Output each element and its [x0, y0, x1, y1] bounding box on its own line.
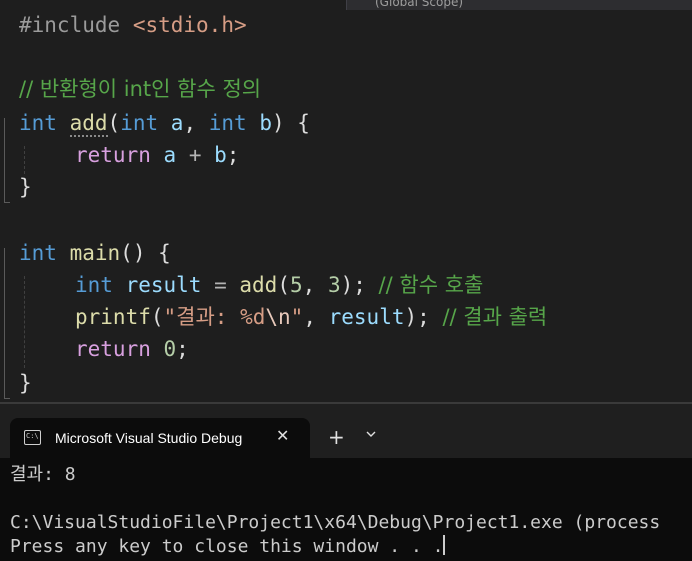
code-line-return-sum: return a + b;: [75, 143, 240, 167]
code-line-add-signature: int add(int a, int b) {: [19, 111, 310, 137]
terminal-tab[interactable]: C:\ Microsoft Visual Studio Debug ✕: [10, 418, 310, 460]
fold-bracket-add: [4, 118, 10, 203]
code-line-main-signature: int main() {: [19, 241, 171, 265]
code-line-return-zero: return 0;: [75, 337, 189, 361]
code-line-close-main: }: [19, 371, 32, 395]
code-line-close-add: }: [19, 175, 32, 199]
debug-console-window[interactable]: C:\ Microsoft Visual Studio Debug ✕ + 결과…: [0, 402, 692, 561]
code-line-result: int result = add(5, 3); // 함수 호출: [75, 273, 484, 297]
indent-guide-add: [24, 146, 26, 174]
code-editor[interactable]: (Global Scope) #include <stdio.h> // 반환형…: [0, 0, 692, 402]
scope-dropdown[interactable]: (Global Scope): [346, 0, 692, 10]
console-icon: C:\: [24, 430, 41, 445]
fold-bracket-main: [4, 248, 10, 399]
terminal-tab-title: Microsoft Visual Studio Debug: [55, 430, 243, 446]
indent-guide-main: [24, 276, 26, 368]
code-line-printf: printf("결과: %d\n", result); // 결과 출력: [75, 305, 548, 329]
new-tab-button[interactable]: +: [328, 426, 345, 448]
text-cursor: [443, 535, 446, 555]
terminal-output-path: C:\VisualStudioFile\Project1\x64\Debug\P…: [10, 512, 661, 533]
terminal-output-prompt: Press any key to close this window . . .: [10, 535, 446, 557]
code-line-comment: // 반환형이 int인 함수 정의: [19, 77, 262, 101]
close-icon[interactable]: ✕: [276, 427, 289, 445]
chevron-down-icon[interactable]: [366, 429, 376, 439]
terminal-tab-strip: C:\ Microsoft Visual Studio Debug ✕ +: [0, 402, 692, 460]
terminal-output-result: 결과: 8: [10, 464, 76, 485]
code-line-include: #include <stdio.h>: [19, 13, 247, 37]
